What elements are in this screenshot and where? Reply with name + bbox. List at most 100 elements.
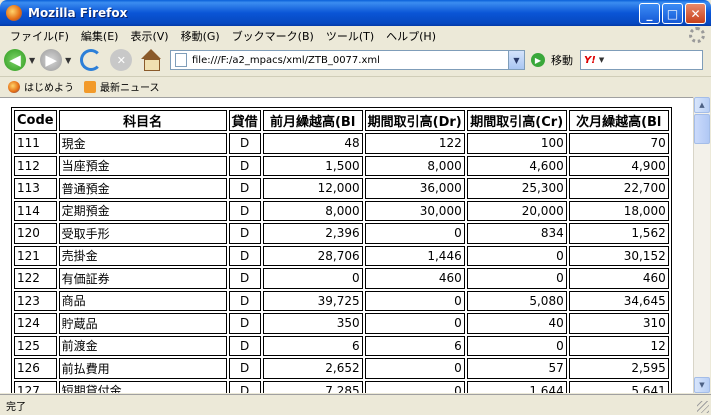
search-box[interactable]: Y! ▼ bbox=[580, 50, 703, 70]
cell-debit-credit: D bbox=[228, 178, 261, 199]
cell-prior-balance: 7,285 bbox=[262, 380, 363, 393]
cell-code: 121 bbox=[14, 245, 57, 266]
url-input[interactable] bbox=[192, 54, 502, 66]
throbber-icon bbox=[689, 27, 705, 43]
cell-next-balance: 18,000 bbox=[568, 200, 669, 221]
cell-prior-balance: 1,500 bbox=[262, 155, 363, 176]
cell-period-debit: 122 bbox=[364, 133, 465, 154]
table-row: 120 受取手形 D 2,396 0 834 1,562 bbox=[14, 223, 669, 244]
table-row: 112 当座預金 D 1,500 8,000 4,600 4,900 bbox=[14, 155, 669, 176]
vertical-scrollbar[interactable]: ▲ ▼ bbox=[693, 97, 710, 393]
cell-period-debit: 0 bbox=[364, 358, 465, 379]
bookmark-getting-started[interactable]: はじめよう bbox=[8, 79, 74, 94]
url-bar: ▼ bbox=[170, 50, 525, 70]
header-period-debit: 期間取引高(Dr) bbox=[364, 110, 465, 131]
bookmark-label: 最新ニュース bbox=[100, 83, 160, 94]
cell-account-name: 短期貸付金 bbox=[58, 380, 227, 393]
cell-account-name: 前払費用 bbox=[58, 358, 227, 379]
firefox-icon bbox=[8, 80, 20, 93]
cell-period-debit: 8,000 bbox=[364, 155, 465, 176]
cell-code: 111 bbox=[14, 133, 57, 154]
cell-code: 114 bbox=[14, 200, 57, 221]
table-row: 126 前払費用 D 2,652 0 57 2,595 bbox=[14, 358, 669, 379]
bookmark-latest-news[interactable]: 最新ニュース bbox=[84, 79, 160, 94]
back-button[interactable]: ◀ ▼ bbox=[4, 48, 38, 72]
table-row: 123 商品 D 39,725 0 5,080 34,645 bbox=[14, 290, 669, 311]
cell-account-name: 商品 bbox=[58, 290, 227, 311]
cell-prior-balance: 0 bbox=[262, 268, 363, 289]
search-engine-icon[interactable]: Y! bbox=[584, 55, 596, 66]
go-arrow-icon: ▶ bbox=[531, 53, 545, 67]
header-next-balance: 次月繰越高(Bl bbox=[568, 110, 669, 131]
cell-debit-credit: D bbox=[228, 223, 261, 244]
status-bar: 完了 bbox=[0, 394, 711, 415]
cell-account-name: 現金 bbox=[58, 133, 227, 154]
cell-period-credit: 834 bbox=[466, 223, 567, 244]
cell-code: 127 bbox=[14, 380, 57, 393]
cell-code: 122 bbox=[14, 268, 57, 289]
menu-edit[interactable]: 編集(E) bbox=[75, 28, 125, 44]
minimize-button[interactable]: _ bbox=[639, 3, 660, 24]
scroll-up-button[interactable]: ▲ bbox=[694, 97, 710, 113]
cell-debit-credit: D bbox=[228, 290, 261, 311]
go-label: 移動 bbox=[551, 54, 573, 67]
cell-next-balance: 30,152 bbox=[568, 245, 669, 266]
table-row: 125 前渡金 D 6 6 0 12 bbox=[14, 335, 669, 356]
cell-debit-credit: D bbox=[228, 380, 261, 393]
url-dropdown-icon[interactable]: ▼ bbox=[508, 51, 524, 69]
close-button[interactable]: ✕ bbox=[685, 3, 706, 24]
status-text: 完了 bbox=[6, 401, 26, 413]
window-controls: _ □ ✕ bbox=[639, 3, 706, 24]
cell-code: 120 bbox=[14, 223, 57, 244]
window-title: Mozilla Firefox bbox=[28, 6, 128, 20]
menu-bar: ファイル(F) 編集(E) 表示(V) 移動(G) ブックマーク(B) ツール(… bbox=[0, 26, 711, 45]
bookmark-label: はじめよう bbox=[24, 83, 74, 94]
cell-code: 126 bbox=[14, 358, 57, 379]
home-icon[interactable] bbox=[140, 49, 162, 71]
cell-code: 113 bbox=[14, 178, 57, 199]
cell-account-name: 当座預金 bbox=[58, 155, 227, 176]
menu-tools[interactable]: ツール(T) bbox=[320, 28, 380, 44]
cell-prior-balance: 39,725 bbox=[262, 290, 363, 311]
cell-account-name: 普通預金 bbox=[58, 178, 227, 199]
cell-period-debit: 1,446 bbox=[364, 245, 465, 266]
stop-icon[interactable]: ✕ bbox=[110, 49, 133, 71]
chevron-down-icon[interactable]: ▼ bbox=[599, 56, 604, 64]
menu-go[interactable]: 移動(G) bbox=[175, 28, 226, 44]
cell-period-credit: 20,000 bbox=[466, 200, 567, 221]
forward-button[interactable]: ▶ ▼ bbox=[40, 48, 74, 72]
cell-next-balance: 310 bbox=[568, 313, 669, 334]
scroll-thumb[interactable] bbox=[694, 114, 710, 144]
cell-debit-credit: D bbox=[228, 200, 261, 221]
menu-bookmarks[interactable]: ブックマーク(B) bbox=[226, 28, 320, 44]
cell-account-name: 前渡金 bbox=[58, 335, 227, 356]
cell-period-credit: 1,644 bbox=[466, 380, 567, 393]
cell-prior-balance: 350 bbox=[262, 313, 363, 334]
cell-next-balance: 12 bbox=[568, 335, 669, 356]
cell-debit-credit: D bbox=[228, 358, 261, 379]
table-body: 111 現金 D 48 122 100 70 112 当座預金 D 1,500 8,000 4,600 4… bbox=[14, 133, 669, 393]
cell-code: 123 bbox=[14, 290, 57, 311]
cell-account-name: 受取手形 bbox=[58, 223, 227, 244]
menu-view[interactable]: 表示(V) bbox=[124, 28, 174, 44]
cell-period-credit: 57 bbox=[466, 358, 567, 379]
reload-icon[interactable] bbox=[80, 49, 103, 71]
rss-icon bbox=[84, 80, 96, 93]
cell-prior-balance: 2,396 bbox=[262, 223, 363, 244]
resize-grip[interactable] bbox=[697, 401, 709, 413]
cell-debit-credit: D bbox=[228, 133, 261, 154]
go-button[interactable]: ▶ 移動 bbox=[531, 52, 573, 68]
cell-period-credit: 25,300 bbox=[466, 178, 567, 199]
chevron-down-icon[interactable]: ▼ bbox=[29, 56, 35, 65]
menu-file[interactable]: ファイル(F) bbox=[4, 28, 75, 44]
menu-help[interactable]: ヘルプ(H) bbox=[380, 28, 442, 44]
maximize-button[interactable]: □ bbox=[662, 3, 683, 24]
cell-code: 112 bbox=[14, 155, 57, 176]
cell-prior-balance: 48 bbox=[262, 133, 363, 154]
cell-prior-balance: 28,706 bbox=[262, 245, 363, 266]
table-row: 124 貯蔵品 D 350 0 40 310 bbox=[14, 313, 669, 334]
cell-next-balance: 22,700 bbox=[568, 178, 669, 199]
forward-arrow-icon: ▶ bbox=[40, 49, 63, 71]
chevron-down-icon[interactable]: ▼ bbox=[65, 56, 71, 65]
scroll-down-button[interactable]: ▼ bbox=[694, 377, 710, 393]
